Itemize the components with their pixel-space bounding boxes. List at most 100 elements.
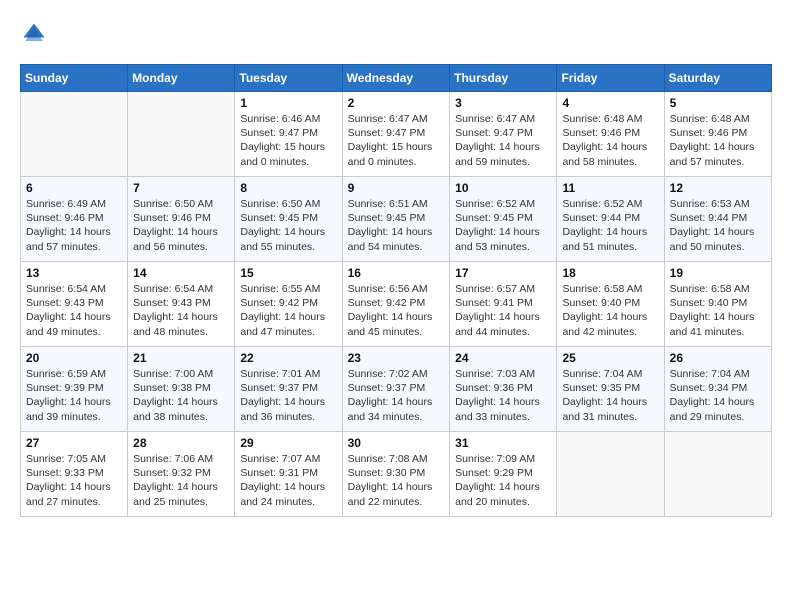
- calendar-week-row: 1Sunrise: 6:46 AM Sunset: 9:47 PM Daylig…: [21, 92, 772, 177]
- col-header-sunday: Sunday: [21, 65, 128, 92]
- calendar-cell: 6 Sunrise: 6:49 AM Sunset: 9:46 PM Daylig…: [21, 177, 128, 262]
- day-number: 21: [133, 351, 229, 365]
- calendar-week-row: 6 Sunrise: 6:49 AM Sunset: 9:46 PM Daylig…: [21, 177, 772, 262]
- day-info: Sunrise: 7:00 AM Sunset: 9:38 PM Dayligh…: [133, 367, 229, 424]
- day-number: 12: [670, 181, 766, 195]
- calendar-cell: 23 Sunrise: 7:02 AM Sunset: 9:37 PM Dayli…: [342, 347, 450, 432]
- logo: [20, 20, 52, 48]
- day-number: 24: [455, 351, 551, 365]
- calendar-cell: 28Sunrise: 7:06 AM Sunset: 9:32 PM Dayli…: [128, 432, 235, 517]
- day-number: 6: [26, 181, 122, 195]
- day-number: 30: [348, 436, 445, 450]
- calendar-week-row: 13 Sunrise: 6:54 AM Sunset: 9:43 PM Dayli…: [21, 262, 772, 347]
- calendar-cell: 13 Sunrise: 6:54 AM Sunset: 9:43 PM Dayli…: [21, 262, 128, 347]
- calendar-week-row: 27Sunrise: 7:05 AM Sunset: 9:33 PM Dayli…: [21, 432, 772, 517]
- calendar-header-row: SundayMondayTuesdayWednesdayThursdayFrid…: [21, 65, 772, 92]
- day-info: Sunrise: 6:57 AM Sunset: 9:41 PM Dayligh…: [455, 282, 551, 339]
- calendar-cell: 3Sunrise: 6:47 AM Sunset: 9:47 PM Daylig…: [450, 92, 557, 177]
- day-number: 11: [562, 181, 658, 195]
- page-header: [20, 20, 772, 48]
- day-info: Sunrise: 6:52 AM Sunset: 9:45 PM Dayligh…: [455, 197, 551, 254]
- day-number: 31: [455, 436, 551, 450]
- calendar-cell: 26 Sunrise: 7:04 AM Sunset: 9:34 PM Dayli…: [664, 347, 771, 432]
- day-number: 22: [240, 351, 336, 365]
- calendar-cell: 18 Sunrise: 6:58 AM Sunset: 9:40 PM Dayli…: [557, 262, 664, 347]
- day-info: Sunrise: 6:55 AM Sunset: 9:42 PM Dayligh…: [240, 282, 336, 339]
- day-info: Sunrise: 6:49 AM Sunset: 9:46 PM Dayligh…: [26, 197, 122, 254]
- calendar-cell: 21 Sunrise: 7:00 AM Sunset: 9:38 PM Dayli…: [128, 347, 235, 432]
- day-number: 4: [562, 96, 658, 110]
- day-info: Sunrise: 6:47 AM Sunset: 9:47 PM Dayligh…: [455, 112, 551, 169]
- day-info: Sunrise: 7:06 AM Sunset: 9:32 PM Dayligh…: [133, 452, 229, 509]
- day-info: Sunrise: 6:50 AM Sunset: 9:46 PM Dayligh…: [133, 197, 229, 254]
- day-info: Sunrise: 7:07 AM Sunset: 9:31 PM Dayligh…: [240, 452, 336, 509]
- calendar-cell: 30 Sunrise: 7:08 AM Sunset: 9:30 PM Dayli…: [342, 432, 450, 517]
- day-info: Sunrise: 6:58 AM Sunset: 9:40 PM Dayligh…: [562, 282, 658, 339]
- day-number: 17: [455, 266, 551, 280]
- calendar-cell: [557, 432, 664, 517]
- day-info: Sunrise: 6:54 AM Sunset: 9:43 PM Dayligh…: [26, 282, 122, 339]
- calendar-cell: 25Sunrise: 7:04 AM Sunset: 9:35 PM Dayli…: [557, 347, 664, 432]
- calendar-table: SundayMondayTuesdayWednesdayThursdayFrid…: [20, 64, 772, 517]
- day-info: Sunrise: 7:03 AM Sunset: 9:36 PM Dayligh…: [455, 367, 551, 424]
- calendar-cell: 15 Sunrise: 6:55 AM Sunset: 9:42 PM Dayli…: [235, 262, 342, 347]
- calendar-cell: 9Sunrise: 6:51 AM Sunset: 9:45 PM Daylig…: [342, 177, 450, 262]
- day-info: Sunrise: 6:48 AM Sunset: 9:46 PM Dayligh…: [562, 112, 658, 169]
- day-info: Sunrise: 6:46 AM Sunset: 9:47 PM Dayligh…: [240, 112, 336, 169]
- day-number: 16: [348, 266, 445, 280]
- day-number: 8: [240, 181, 336, 195]
- day-number: 5: [670, 96, 766, 110]
- day-info: Sunrise: 7:04 AM Sunset: 9:35 PM Dayligh…: [562, 367, 658, 424]
- day-info: Sunrise: 6:51 AM Sunset: 9:45 PM Dayligh…: [348, 197, 445, 254]
- calendar-cell: 10 Sunrise: 6:52 AM Sunset: 9:45 PM Dayli…: [450, 177, 557, 262]
- calendar-cell: 14 Sunrise: 6:54 AM Sunset: 9:43 PM Dayli…: [128, 262, 235, 347]
- calendar-cell: 20Sunrise: 6:59 AM Sunset: 9:39 PM Dayli…: [21, 347, 128, 432]
- calendar-cell: 12 Sunrise: 6:53 AM Sunset: 9:44 PM Dayli…: [664, 177, 771, 262]
- day-number: 23: [348, 351, 445, 365]
- day-info: Sunrise: 7:08 AM Sunset: 9:30 PM Dayligh…: [348, 452, 445, 509]
- day-info: Sunrise: 7:02 AM Sunset: 9:37 PM Dayligh…: [348, 367, 445, 424]
- day-info: Sunrise: 6:53 AM Sunset: 9:44 PM Dayligh…: [670, 197, 766, 254]
- day-info: Sunrise: 6:52 AM Sunset: 9:44 PM Dayligh…: [562, 197, 658, 254]
- day-info: Sunrise: 6:47 AM Sunset: 9:47 PM Dayligh…: [348, 112, 445, 169]
- day-number: 2: [348, 96, 445, 110]
- day-info: Sunrise: 6:54 AM Sunset: 9:43 PM Dayligh…: [133, 282, 229, 339]
- day-number: 18: [562, 266, 658, 280]
- calendar-cell: [664, 432, 771, 517]
- day-number: 29: [240, 436, 336, 450]
- calendar-cell: 7 Sunrise: 6:50 AM Sunset: 9:46 PM Daylig…: [128, 177, 235, 262]
- calendar-cell: 22 Sunrise: 7:01 AM Sunset: 9:37 PM Dayli…: [235, 347, 342, 432]
- day-number: 10: [455, 181, 551, 195]
- day-number: 7: [133, 181, 229, 195]
- calendar-cell: 11 Sunrise: 6:52 AM Sunset: 9:44 PM Dayli…: [557, 177, 664, 262]
- calendar-cell: 19 Sunrise: 6:58 AM Sunset: 9:40 PM Dayli…: [664, 262, 771, 347]
- day-info: Sunrise: 7:01 AM Sunset: 9:37 PM Dayligh…: [240, 367, 336, 424]
- col-header-tuesday: Tuesday: [235, 65, 342, 92]
- calendar-cell: [128, 92, 235, 177]
- col-header-thursday: Thursday: [450, 65, 557, 92]
- calendar-cell: 27Sunrise: 7:05 AM Sunset: 9:33 PM Dayli…: [21, 432, 128, 517]
- calendar-cell: 17 Sunrise: 6:57 AM Sunset: 9:41 PM Dayli…: [450, 262, 557, 347]
- day-number: 26: [670, 351, 766, 365]
- calendar-cell: [21, 92, 128, 177]
- calendar-cell: 31 Sunrise: 7:09 AM Sunset: 9:29 PM Dayli…: [450, 432, 557, 517]
- col-header-saturday: Saturday: [664, 65, 771, 92]
- calendar-cell: 16 Sunrise: 6:56 AM Sunset: 9:42 PM Dayli…: [342, 262, 450, 347]
- day-info: Sunrise: 6:48 AM Sunset: 9:46 PM Dayligh…: [670, 112, 766, 169]
- day-number: 15: [240, 266, 336, 280]
- day-info: Sunrise: 6:50 AM Sunset: 9:45 PM Dayligh…: [240, 197, 336, 254]
- day-number: 14: [133, 266, 229, 280]
- calendar-cell: 5 Sunrise: 6:48 AM Sunset: 9:46 PM Daylig…: [664, 92, 771, 177]
- calendar-cell: 2 Sunrise: 6:47 AM Sunset: 9:47 PM Daylig…: [342, 92, 450, 177]
- calendar-cell: 8 Sunrise: 6:50 AM Sunset: 9:45 PM Daylig…: [235, 177, 342, 262]
- day-info: Sunrise: 7:09 AM Sunset: 9:29 PM Dayligh…: [455, 452, 551, 509]
- day-number: 19: [670, 266, 766, 280]
- day-info: Sunrise: 6:56 AM Sunset: 9:42 PM Dayligh…: [348, 282, 445, 339]
- day-number: 27: [26, 436, 122, 450]
- calendar-week-row: 20Sunrise: 6:59 AM Sunset: 9:39 PM Dayli…: [21, 347, 772, 432]
- day-number: 13: [26, 266, 122, 280]
- day-info: Sunrise: 6:58 AM Sunset: 9:40 PM Dayligh…: [670, 282, 766, 339]
- day-info: Sunrise: 6:59 AM Sunset: 9:39 PM Dayligh…: [26, 367, 122, 424]
- col-header-wednesday: Wednesday: [342, 65, 450, 92]
- day-info: Sunrise: 7:04 AM Sunset: 9:34 PM Dayligh…: [670, 367, 766, 424]
